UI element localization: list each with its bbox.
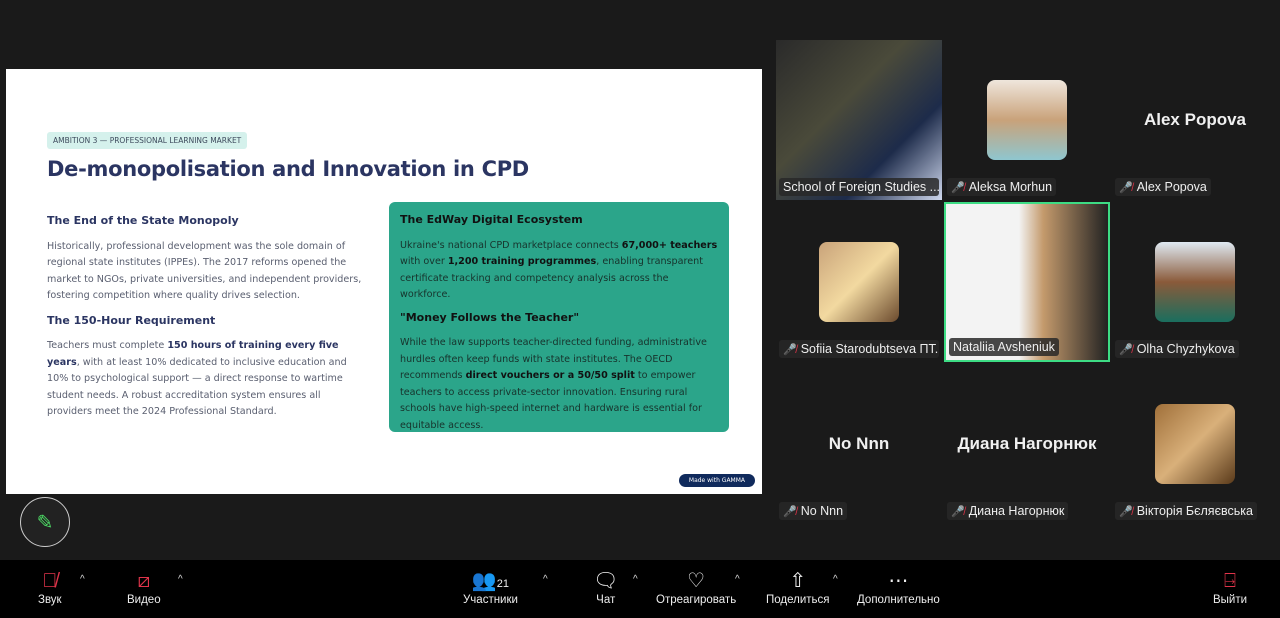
- share-label: Поделиться: [766, 594, 830, 606]
- video-label: Видео: [127, 594, 161, 606]
- section-text: Teachers must complete 150 hours of trai…: [47, 338, 367, 421]
- participant-avatar: [1155, 242, 1235, 322]
- mic-muted-icon: 🎤̸: [1119, 506, 1133, 518]
- slide-badge: AMBITION 3 — PROFESSIONAL LEARNING MARKE…: [47, 132, 248, 149]
- meeting-toolbar: 🎙̸ Звук ^ ⧄ Видео ^ 👥21 Участники ^ 🗨 Чат ^ …: [0, 560, 1280, 618]
- participants-label: Участники: [463, 594, 518, 606]
- participant-name-label: 🎤̸ Sofiia Starodubtseva ПТ...: [779, 340, 939, 358]
- participant-name: No Nnn: [800, 504, 844, 518]
- bold-text: 1,200 training programmes: [447, 256, 597, 267]
- participant-name-label: 🎤̸ Alex Popova: [1115, 178, 1211, 196]
- participant-name-label: 🎤̸ Olha Chyzhykova: [1115, 340, 1239, 358]
- audio-label: Звук: [38, 594, 62, 606]
- more-label: Дополнительно: [857, 594, 940, 606]
- slide-title: De-monopolisation and Innovation in CPD: [47, 157, 529, 181]
- share-options-chevron[interactable]: ^: [833, 574, 838, 585]
- participant-name: Nataliia Avsheniuk: [953, 340, 1055, 354]
- section-heading: The End of the State Monopoly: [47, 214, 239, 227]
- heart-icon: ♡: [687, 570, 706, 592]
- mic-muted-icon: 🎤̸: [1119, 182, 1133, 194]
- more-button[interactable]: ⋯ Дополнительно: [857, 568, 940, 606]
- text: Teachers must complete: [47, 340, 168, 351]
- share-screen-icon: ⇧: [789, 570, 807, 592]
- audio-button[interactable]: 🎙̸ Звук: [38, 568, 62, 606]
- participant-name-label: 🎤̸ Aleksa Morhun: [947, 178, 1057, 196]
- mic-muted-icon: 🎙̸: [42, 570, 58, 592]
- chat-button[interactable]: 🗨 Чат: [593, 568, 618, 606]
- mic-muted-icon: 🎤̸: [951, 182, 965, 194]
- participant-tile[interactable]: Alex Popova 🎤̸ Alex Popova: [1112, 40, 1278, 200]
- participant-tile[interactable]: 🎤̸ Вікторія Бєляєвська: [1112, 364, 1278, 524]
- participants-options-chevron[interactable]: ^: [543, 574, 548, 585]
- participant-tile[interactable]: 🎤̸ Aleksa Morhun: [944, 40, 1110, 200]
- audio-options-chevron[interactable]: ^: [80, 574, 85, 585]
- text: with over: [400, 256, 448, 267]
- annotate-pencil-button[interactable]: ✎: [20, 497, 70, 547]
- leave-label: Выйти: [1213, 594, 1248, 606]
- mic-muted-icon: 🎤̸: [783, 506, 797, 518]
- participant-avatar: [819, 242, 899, 322]
- participant-name-placeholder: Диана Нагорнюк: [957, 434, 1097, 453]
- participants-icon: 👥21: [471, 570, 510, 592]
- participant-tile[interactable]: No Nnn 🎤̸ No Nnn: [776, 364, 942, 524]
- participant-avatar: [987, 80, 1067, 160]
- leave-icon: ⍈: [1224, 570, 1237, 592]
- participant-tile[interactable]: Диана Нагорнюк 🎤̸ Диана Нагорнюк: [944, 364, 1110, 524]
- video-options-chevron[interactable]: ^: [178, 574, 183, 585]
- mic-muted-icon: 🎤̸: [783, 344, 797, 356]
- bold-text: 67,000+ teachers: [621, 239, 718, 251]
- participant-name: School of Foreign Studies ...: [783, 180, 939, 194]
- participant-name: Диана Нагорнюк: [968, 504, 1065, 518]
- participant-name-placeholder: Alex Popova: [1143, 110, 1247, 129]
- chat-icon: 🗨: [593, 570, 619, 592]
- shared-slide: AMBITION 3 — PROFESSIONAL LEARNING MARKE…: [6, 69, 762, 494]
- participant-tile[interactable]: Nataliia Avsheniuk: [944, 202, 1110, 362]
- participant-name-label: Nataliia Avsheniuk: [949, 338, 1059, 356]
- react-options-chevron[interactable]: ^: [735, 574, 740, 585]
- participant-avatar: [1155, 404, 1235, 484]
- participant-tile[interactable]: 🎤̸ Olha Chyzhykova: [1112, 202, 1278, 362]
- video-off-icon: ⧄: [137, 570, 151, 592]
- card-text: While the law supports teacher-directed …: [400, 335, 718, 434]
- participant-name-label: 🎤̸ No Nnn: [779, 502, 848, 520]
- mic-muted-icon: 🎤̸: [951, 506, 965, 518]
- chat-label: Чат: [596, 594, 616, 606]
- more-icon: ⋯: [888, 570, 909, 592]
- card-heading: The EdWay Digital Ecosystem: [400, 213, 583, 226]
- card-text: Ukraine's national CPD marketplace conne…: [400, 238, 718, 304]
- react-label: Отреагировать: [656, 594, 737, 606]
- participant-name-label: School of Foreign Studies ...: [779, 178, 939, 196]
- section-text: Historically, professional development w…: [47, 240, 362, 302]
- participant-name: Sofiia Starodubtseva ПТ...: [800, 342, 939, 356]
- participants-button[interactable]: 👥21 Участники: [463, 568, 518, 606]
- card-heading: "Money Follows the Teacher": [400, 310, 580, 324]
- text: Ukraine's national CPD marketplace conne…: [400, 239, 622, 251]
- participant-name: Вікторія Бєляєвська: [1136, 504, 1253, 518]
- chat-options-chevron[interactable]: ^: [633, 574, 638, 585]
- participant-name: Alex Popova: [1136, 180, 1207, 194]
- made-with-gamma-badge[interactable]: Made with GAMMA: [678, 474, 755, 487]
- participant-name: Aleksa Morhun: [968, 180, 1053, 194]
- participant-name-label: 🎤̸ Вікторія Бєляєвська: [1115, 502, 1257, 520]
- participant-name: Olha Chyzhykova: [1136, 342, 1235, 356]
- text: , with at least 10% dedicated to inclusi…: [47, 356, 347, 418]
- section-heading: The 150-Hour Requirement: [47, 313, 216, 327]
- slide-left-column: The End of the State Monopoly Historical…: [47, 213, 367, 429]
- react-button[interactable]: ♡ Отреагировать: [656, 568, 736, 606]
- mic-muted-icon: 🎤̸: [1119, 344, 1133, 356]
- bold-text: direct vouchers or a 50/50 split: [465, 370, 635, 381]
- share-button[interactable]: ⇧ Поделиться: [766, 568, 830, 606]
- leave-button[interactable]: ⍈ Выйти: [1213, 568, 1247, 606]
- participant-name-label: 🎤̸ Диана Нагорнюк: [947, 502, 1069, 520]
- participant-tile[interactable]: School of Foreign Studies ...: [776, 40, 942, 200]
- edway-card: The EdWay Digital Ecosystem Ukraine's na…: [389, 202, 729, 432]
- participants-count: 21: [496, 578, 510, 590]
- pencil-icon: ✎: [36, 511, 54, 534]
- video-button[interactable]: ⧄ Видео: [127, 568, 161, 606]
- participant-tile[interactable]: 🎤̸ Sofiia Starodubtseva ПТ...: [776, 202, 942, 362]
- participant-name-placeholder: No Nnn: [828, 434, 890, 453]
